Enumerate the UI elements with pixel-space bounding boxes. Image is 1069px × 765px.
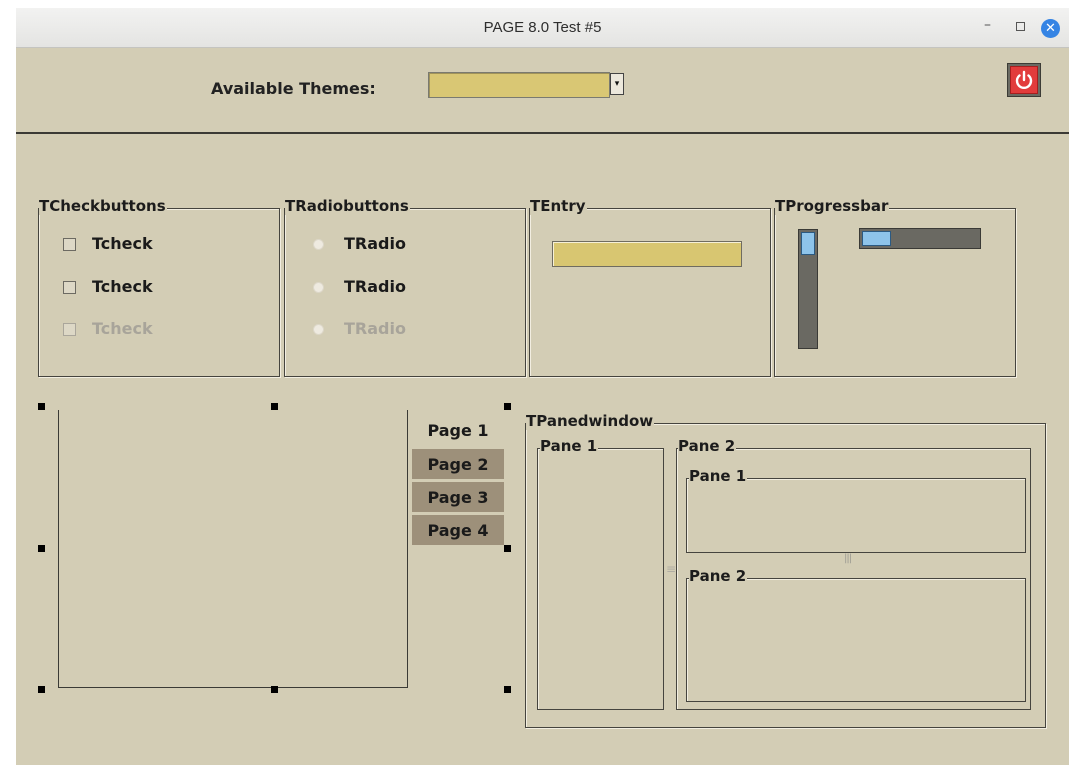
radio-icon xyxy=(313,239,324,250)
radiobutton-label: TRadio xyxy=(344,234,406,253)
radiobuttons-frame: TRadiobuttons TRadio TRadio TRadio xyxy=(284,197,526,377)
checkbutton-label: Tcheck xyxy=(92,234,153,253)
text-entry[interactable] xyxy=(552,241,742,267)
radiobuttons-frame-title: TRadiobuttons xyxy=(285,197,410,215)
resize-handle-e[interactable] xyxy=(504,545,511,552)
application-window: PAGE 8.0 Test #5 – ✕ Available Themes: ▾… xyxy=(16,8,1069,765)
pane-2: Pane 2 Pane 1 ||| Pane 2 xyxy=(676,437,1031,710)
radiobutton-label: TRadio xyxy=(344,277,406,296)
theme-toolbar: Available Themes: ▾ xyxy=(16,48,1069,134)
tab-page-3[interactable]: Page 3 xyxy=(412,481,504,512)
panedwindow-frame-title: TPanedwindow xyxy=(526,412,655,430)
horizontal-progress-fill xyxy=(862,231,891,246)
resize-handle-sw[interactable] xyxy=(38,686,45,693)
entry-frame-title: TEntry xyxy=(530,197,587,215)
quit-button[interactable] xyxy=(1007,63,1041,97)
checkbuttons-frame-title: TCheckbuttons xyxy=(39,197,167,215)
vertical-progress-fill xyxy=(801,232,815,255)
notebook-page-area xyxy=(58,410,408,688)
pane-1-label: Pane 1 xyxy=(540,437,599,455)
vertical-progressbar xyxy=(798,229,818,349)
progressbar-frame: TProgressbar xyxy=(774,197,1016,377)
inner-pane-1: Pane 1 xyxy=(686,467,1026,553)
checkbox-icon xyxy=(63,281,76,294)
resize-handle-n[interactable] xyxy=(271,403,278,410)
resize-handle-se[interactable] xyxy=(504,686,511,693)
checkbox-icon xyxy=(63,323,76,336)
tab-page-1[interactable]: Page 1 xyxy=(412,415,504,446)
checkbutton-label: Tcheck xyxy=(92,277,153,296)
vertical-sash-grip[interactable]: ≡ xyxy=(666,562,676,576)
inner-pane-2: Pane 2 xyxy=(686,567,1026,702)
available-themes-label: Available Themes: xyxy=(211,79,376,98)
resize-handle-s[interactable] xyxy=(271,686,278,693)
theme-combobox[interactable] xyxy=(428,72,610,98)
close-button[interactable]: ✕ xyxy=(1041,19,1060,38)
tab-page-2[interactable]: Page 2 xyxy=(412,448,504,479)
checkbuttons-frame: TCheckbuttons Tcheck Tcheck Tcheck xyxy=(38,197,280,377)
pane-2-label: Pane 2 xyxy=(678,437,737,455)
chevron-down-icon[interactable]: ▾ xyxy=(610,73,624,95)
radio-icon xyxy=(313,324,324,335)
entry-frame: TEntry xyxy=(529,197,771,377)
resize-handle-w[interactable] xyxy=(38,545,45,552)
horizontal-sash-grip[interactable]: ||| xyxy=(844,553,852,564)
radiobutton-label: TRadio xyxy=(344,319,406,338)
minimize-button[interactable]: – xyxy=(984,17,991,33)
power-symbol xyxy=(1015,70,1033,90)
tab-page-4[interactable]: Page 4 xyxy=(412,514,504,545)
inner-pane-1-label: Pane 1 xyxy=(689,467,748,485)
power-icon xyxy=(1010,66,1038,94)
resize-handle-ne[interactable] xyxy=(504,403,511,410)
radio-icon xyxy=(313,282,324,293)
title-bar[interactable]: PAGE 8.0 Test #5 – ✕ xyxy=(16,8,1069,48)
panedwindow-frame: TPanedwindow Pane 1 ≡ Pane 2 Pane 1 ||| … xyxy=(525,412,1046,728)
maximize-button[interactable] xyxy=(1016,22,1025,31)
pane-1: Pane 1 xyxy=(537,437,664,710)
checkbox-icon xyxy=(63,238,76,251)
window-title: PAGE 8.0 Test #5 xyxy=(483,19,602,36)
checkbutton-label: Tcheck xyxy=(92,319,153,338)
inner-pane-2-label: Pane 2 xyxy=(689,567,748,585)
resize-handle-nw[interactable] xyxy=(38,403,45,410)
progressbar-frame-title: TProgressbar xyxy=(775,197,890,215)
horizontal-progressbar xyxy=(859,228,981,249)
